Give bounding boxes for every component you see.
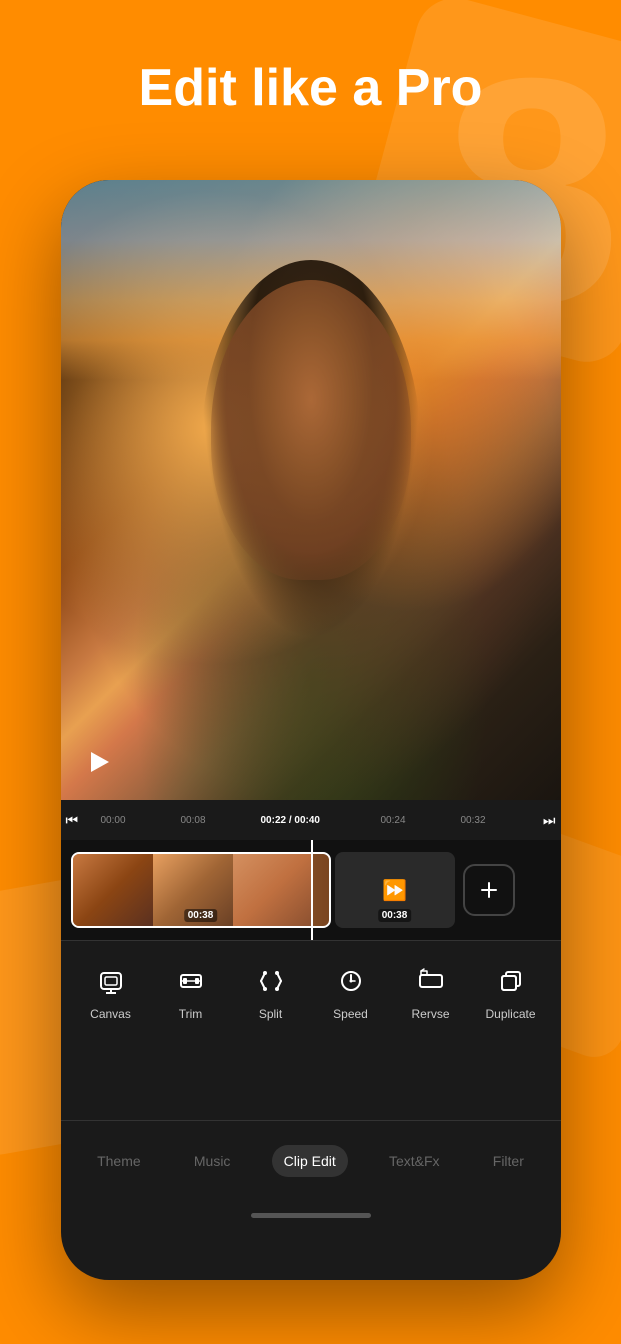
nav-text-fx[interactable]: Text&Fx (377, 1145, 452, 1177)
timeline-ruler: ⏮ 00:00 00:08 00:22 / 00:40 00:24 00:32 … (61, 800, 561, 840)
trim-label: Trim (179, 1007, 203, 1021)
tool-duplicate[interactable]: Duplicate (471, 961, 551, 1021)
ruler-start-arrow: ⏮ (66, 812, 79, 829)
headline-text: Edit like a Pro (0, 60, 621, 117)
reverse-label: Rervse (411, 1007, 449, 1021)
play-icon (91, 752, 109, 772)
split-label: Split (259, 1007, 282, 1021)
bottom-nav: Theme Music Clip Edit Text&Fx Filter (61, 1120, 561, 1200)
ruler-mark-8: 00:08 (181, 815, 206, 826)
clip-item-2[interactable]: ⏩ 00:38 (335, 852, 455, 928)
plus-icon (477, 878, 501, 902)
clip-2-duration: 00:38 (378, 909, 412, 922)
add-clip-button[interactable] (463, 864, 515, 916)
speed-label: Speed (333, 1007, 368, 1021)
duplicate-icon (491, 961, 531, 1001)
speed-icon (331, 961, 371, 1001)
tool-trim[interactable]: Trim (151, 961, 231, 1021)
nav-filter[interactable]: Filter (481, 1145, 536, 1177)
canvas-label: Canvas (90, 1007, 131, 1021)
timeline-cursor (311, 840, 313, 940)
canvas-icon (91, 961, 131, 1001)
tool-split[interactable]: Split (231, 961, 311, 1021)
face-overlay (211, 280, 411, 580)
ruler-mark-0: 00:00 (101, 815, 126, 826)
home-indicator (61, 1200, 561, 1230)
duplicate-label: Duplicate (485, 1007, 535, 1021)
trim-icon (171, 961, 211, 1001)
ruler-mark-32: 00:32 (461, 815, 486, 826)
reverse-icon (411, 961, 451, 1001)
toolbar-spacer (61, 1040, 561, 1120)
edit-toolbar: Canvas Trim (61, 940, 561, 1040)
video-preview[interactable] (61, 180, 561, 800)
ruler-mark-24: 00:24 (381, 815, 406, 826)
ruler-end-arrow: ⏭ (543, 812, 556, 829)
split-icon (251, 961, 291, 1001)
home-bar (251, 1213, 371, 1218)
nav-music[interactable]: Music (182, 1145, 243, 1177)
ruler-mark-current: 00:22 / 00:40 (261, 815, 321, 826)
play-button[interactable] (81, 744, 117, 780)
phone-mockup: ⏮ 00:00 00:08 00:22 / 00:40 00:24 00:32 … (61, 180, 561, 1280)
clip-1-duration: 00:38 (184, 909, 218, 922)
nav-clip-edit[interactable]: Clip Edit (272, 1145, 348, 1177)
tool-speed[interactable]: Speed (311, 961, 391, 1021)
transition-icon: ⏩ (382, 878, 407, 903)
clip-thumb-1c (233, 854, 313, 926)
tool-canvas[interactable]: Canvas (71, 961, 151, 1021)
clip-timeline[interactable]: 00:38 ⏩ 00:38 (61, 840, 561, 940)
nav-theme[interactable]: Theme (85, 1145, 153, 1177)
clip-thumb-1a (73, 854, 153, 926)
headline-section: Edit like a Pro (0, 60, 621, 117)
clip-item-1[interactable]: 00:38 (71, 852, 331, 928)
tool-reverse[interactable]: Rervse (391, 961, 471, 1021)
